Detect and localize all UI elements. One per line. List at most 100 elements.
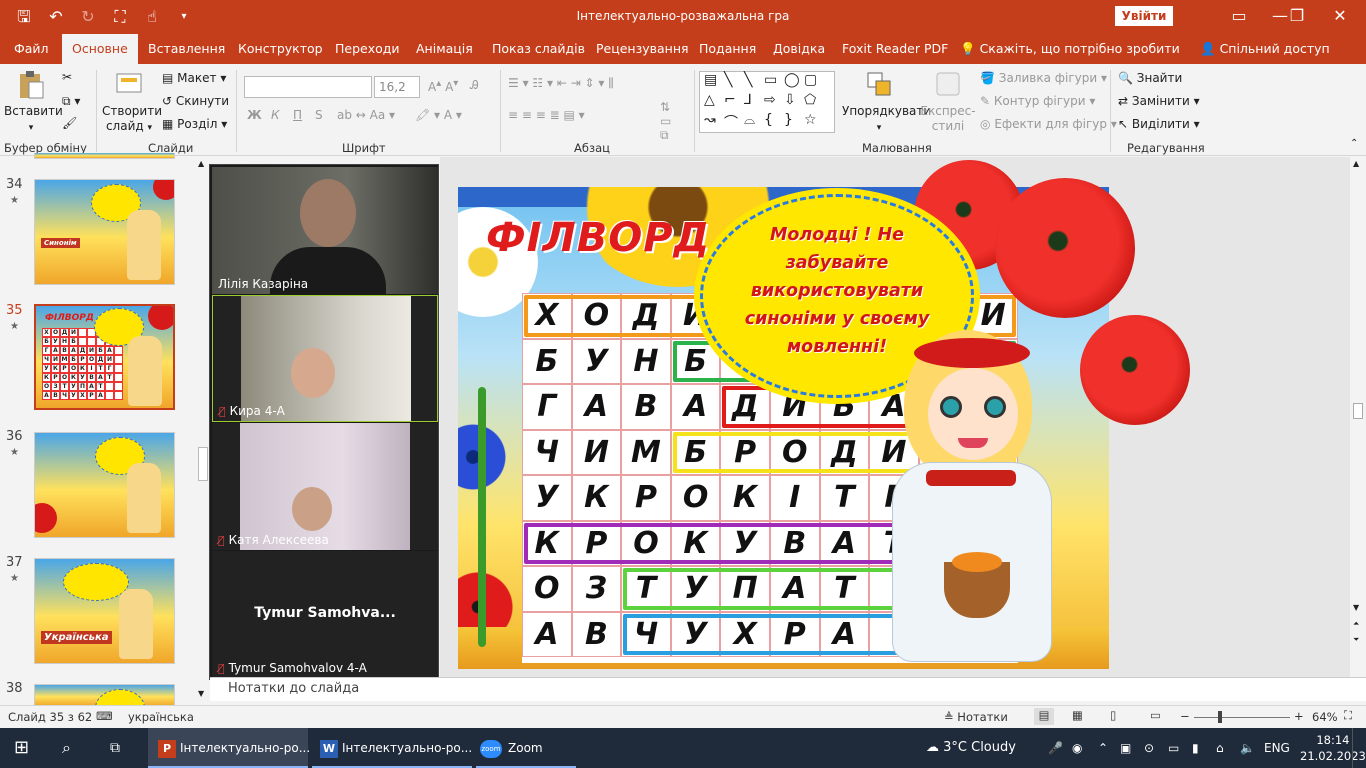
tab-home[interactable]: Основне	[62, 34, 138, 64]
girl-illustration[interactable]	[862, 330, 1072, 670]
slide-thumbnail-34[interactable]: Синонім	[34, 179, 175, 285]
search-icon[interactable]: ⌕	[62, 728, 71, 768]
slide-thumbnail-36[interactable]	[34, 432, 175, 538]
save-icon[interactable]: 🖫	[14, 7, 34, 27]
restore-button[interactable]: ❐	[1282, 6, 1312, 25]
slide-scrollbar[interactable]: ▲ ▼ ⏶ ⏷	[1350, 157, 1366, 677]
normal-view-icon[interactable]: ▤	[1034, 708, 1054, 725]
tray-arrow-icon[interactable]: ⌃	[1098, 728, 1108, 768]
cut-icon[interactable]: ✂	[62, 70, 72, 84]
scroll-thumb[interactable]	[1353, 403, 1363, 419]
grid-cell[interactable]: А	[522, 611, 572, 657]
quick-styles-button[interactable]: Експрес-стилі	[920, 70, 976, 134]
grid-cell[interactable]: К	[720, 475, 770, 521]
tab-help[interactable]: Довідка	[773, 34, 825, 64]
grid-cell[interactable]: А	[571, 384, 622, 430]
tab-insert[interactable]: Вставлення	[148, 34, 225, 64]
grid-cell[interactable]: К	[571, 475, 622, 521]
scroll-down-icon[interactable]: ▼	[198, 689, 204, 698]
font-name-input[interactable]	[244, 76, 372, 98]
input-language[interactable]: ENG	[1264, 728, 1290, 768]
ribbon-display-icon[interactable]: ▭	[1224, 6, 1254, 25]
tab-transitions[interactable]: Переходи	[335, 34, 400, 64]
shape-effects-button[interactable]: ◎ Ефекти для фігур ▾	[980, 117, 1117, 131]
tab-design[interactable]: Конструктор	[238, 34, 323, 64]
zoom-in-icon[interactable]: +	[1294, 709, 1304, 723]
language-label[interactable]: українська	[128, 710, 194, 724]
grid-cell[interactable]: З	[571, 566, 622, 612]
grid-cell[interactable]: А	[670, 384, 721, 430]
tray-onedrive-icon[interactable]: ⊙	[1144, 728, 1154, 768]
start-windows-icon[interactable]: ⊞	[14, 728, 29, 768]
slide-title[interactable]: ФІЛВОРД	[486, 215, 710, 261]
underline-button[interactable]: П	[293, 108, 302, 122]
reading-view-icon[interactable]: ▯	[1110, 708, 1116, 722]
grid-cell[interactable]: О	[670, 475, 721, 521]
scroll-up-icon[interactable]: ▲	[1353, 159, 1359, 168]
slideshow-view-icon[interactable]: ▭	[1150, 708, 1161, 722]
font-color-icon[interactable]: 🖍 ▾ A ▾	[415, 108, 462, 122]
strikethrough-button[interactable]: S	[315, 108, 323, 122]
tray-app-icon[interactable]: ▣	[1120, 728, 1131, 768]
grid-cell[interactable]: У	[571, 338, 622, 384]
next-slide-icon[interactable]: ⏷	[1353, 635, 1359, 645]
tab-slideshow[interactable]: Показ слайдів	[492, 34, 585, 64]
grow-font-icon[interactable]: A▴ A▾	[428, 78, 458, 94]
present-icon[interactable]: ⛶	[110, 7, 130, 27]
fit-slide-icon[interactable]: ⛶	[1344, 708, 1352, 723]
italic-button[interactable]: К	[271, 108, 280, 122]
align-icon[interactable]: ≡ ≡ ≡ ≣ ▤ ▾	[508, 108, 585, 122]
participant-tile[interactable]: 🎙̸ Кира 4-А	[212, 295, 438, 422]
previous-slide-icon[interactable]: ⏶	[1353, 619, 1359, 629]
bold-button[interactable]: Ж	[247, 108, 262, 122]
share-button[interactable]: 👤 Спільний доступ	[1200, 34, 1330, 64]
slide-thumbnail-35[interactable]: ФІЛВОРД ХОДИ БУНБ ГАВАДИБА ЧИМБРОДИ УКРО…	[34, 304, 175, 410]
grid-cell[interactable]: В	[571, 611, 622, 657]
thumbnail-scrollbar[interactable]: ▲ ▼	[196, 157, 210, 707]
bullets-icon[interactable]: ☰ ▾ ☷ ▾ ⇤ ⇥ ⇕ ▾ ⫼	[508, 76, 614, 91]
taskbar-powerpoint[interactable]: P Інтелектуально-ро...	[148, 728, 310, 768]
grid-cell[interactable]: В	[621, 384, 671, 430]
replace-button[interactable]: ⇄ Замінити ▾	[1118, 94, 1200, 108]
shape-fill-button[interactable]: 🪣 Заливка фігури ▾	[980, 71, 1107, 85]
notes-toggle[interactable]: ≜ Нотатки	[944, 710, 1008, 724]
grid-cell[interactable]: О	[522, 566, 572, 612]
volume-icon[interactable]: 🔈	[1240, 728, 1255, 768]
taskbar-word[interactable]: W Інтелектуально-ро...	[312, 728, 472, 768]
paste-button[interactable]: Вставити ▾	[4, 70, 63, 136]
participant-tile[interactable]: Лілія Казаріна	[212, 167, 438, 294]
show-desktop[interactable]	[1352, 728, 1366, 768]
battery-icon[interactable]: ▮	[1192, 728, 1199, 768]
grid-cell[interactable]: У	[522, 475, 572, 521]
layout-button[interactable]: ▤ Макет ▾	[162, 71, 226, 85]
shape-outline-button[interactable]: ✎ Контур фігури ▾	[980, 94, 1095, 108]
network-icon[interactable]: ⌂	[1216, 728, 1224, 768]
grid-cell[interactable]: М	[621, 429, 671, 475]
tab-review[interactable]: Рецензування	[596, 34, 689, 64]
grid-cell[interactable]: Н	[621, 338, 671, 384]
mic-tray-icon[interactable]: 🎤	[1048, 728, 1063, 768]
new-slide-button[interactable]: Створити слайд ▾	[102, 70, 162, 136]
arrange-button[interactable]: Упорядкувати ▾	[842, 70, 931, 136]
taskbar-zoom[interactable]: zoom Zoom	[476, 728, 576, 768]
notes-pane[interactable]: Нотатки до слайда	[210, 677, 1366, 701]
grid-cell[interactable]: Г	[522, 384, 572, 430]
close-button[interactable]: ✕	[1325, 6, 1355, 25]
slide-thumbnail-38[interactable]	[34, 684, 175, 707]
copy-icon[interactable]: ⧉ ▾	[62, 94, 80, 109]
font-size-input[interactable]: 16,2	[374, 76, 420, 98]
zoom-level[interactable]: 64%	[1312, 710, 1338, 724]
shapes-gallery[interactable]: ▤ ╲ ╲ ▭ ◯ ▢ △ ⌐ ⅃ ⇨ ⇩ ⬠ ↝ ⌒ ⌓ {} ☆	[699, 71, 835, 133]
find-button[interactable]: 🔍 Знайти	[1118, 71, 1182, 85]
grid-cell[interactable]: И	[571, 429, 622, 475]
participant-tile[interactable]: 🎙̸ Катя Алексеева	[212, 423, 438, 550]
spellcheck-icon[interactable]: ⌨	[96, 709, 113, 723]
customize-qat-icon[interactable]: ▾	[174, 7, 194, 27]
grid-cell[interactable]: Р	[621, 475, 671, 521]
grid-cell[interactable]: Б	[522, 338, 572, 384]
tab-view[interactable]: Подання	[699, 34, 756, 64]
zoom-out-icon[interactable]: −	[1180, 709, 1190, 723]
sorter-view-icon[interactable]: ▦	[1072, 708, 1083, 722]
collapse-ribbon-icon[interactable]: ⌃	[1350, 138, 1358, 149]
tray-display-icon[interactable]: ▭	[1168, 728, 1179, 768]
